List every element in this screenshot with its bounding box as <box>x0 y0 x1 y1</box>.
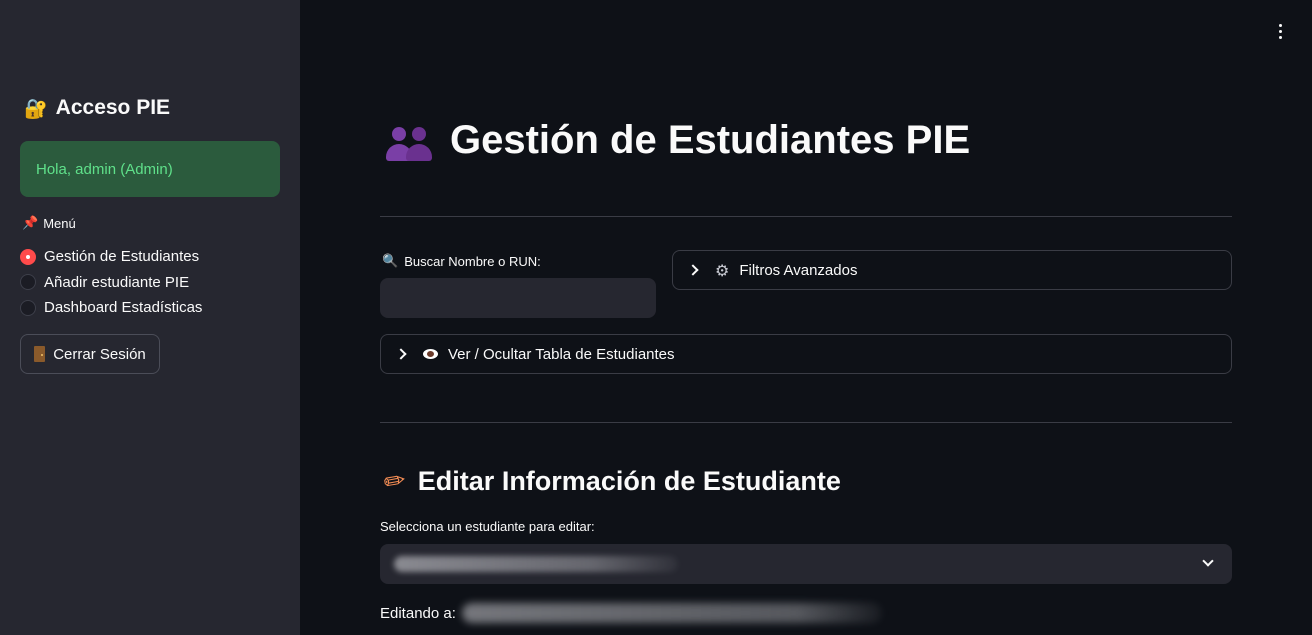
student-select-label: Selecciona un estudiante para editar: <box>380 519 595 534</box>
menu-item-anadir[interactable]: Añadir estudiante PIE <box>20 270 202 296</box>
sidebar-title-text: Acceso PIE <box>55 96 171 119</box>
page-title: Gestión de Estudiantes PIE <box>386 118 970 163</box>
divider <box>380 216 1232 217</box>
filters-expander[interactable]: ⚙ Filtros Avanzados <box>672 250 1232 290</box>
editing-status: Editando a: <box>380 603 882 623</box>
redacted-student-name <box>461 603 882 623</box>
gear-icon: ⚙ <box>715 260 730 280</box>
greeting-text: Hola, admin (Admin) <box>36 160 173 178</box>
greeting-alert: Hola, admin (Admin) <box>20 141 280 197</box>
pencil-icon: ✏ <box>381 464 409 499</box>
chevron-down-icon <box>1202 555 1214 567</box>
edit-section-title-text: Editar Información de Estudiante <box>417 466 841 496</box>
eye-icon <box>423 349 438 359</box>
menu-item-label: Añadir estudiante PIE <box>44 273 190 291</box>
radio-button[interactable] <box>20 248 36 265</box>
divider <box>380 422 1232 423</box>
table-expander[interactable]: Ver / Ocultar Tabla de Estudiantes <box>380 334 1232 374</box>
menu-radio-group: Gestión de Estudiantes Añadir estudiante… <box>20 244 202 321</box>
chevron-right-icon <box>687 264 699 276</box>
logout-label: Cerrar Sesión <box>53 345 146 363</box>
radio-button[interactable] <box>20 299 36 316</box>
more-options-icon[interactable] <box>1270 20 1290 42</box>
chevron-right-icon <box>395 348 407 360</box>
menu-item-label: Gestión de Estudiantes <box>44 248 200 266</box>
page-title-text: Gestión de Estudiantes PIE <box>450 118 971 162</box>
logout-button[interactable]: Cerrar Sesión <box>20 334 160 374</box>
door-icon <box>34 346 46 362</box>
sidebar-title: 🔐 Acceso PIE <box>24 96 170 120</box>
filters-expander-label: Filtros Avanzados <box>739 261 858 279</box>
search-label: 🔍 Buscar Nombre o RUN: <box>382 254 541 269</box>
radio-button[interactable] <box>20 274 36 291</box>
lock-key-icon: 🔐 <box>24 97 48 120</box>
redacted-selected-value <box>394 556 678 572</box>
menu-label: 📌 Menú <box>22 216 76 231</box>
edit-section-title: ✏ Editar Información de Estudiante <box>381 464 841 499</box>
search-input[interactable] <box>380 278 656 318</box>
sidebar: 🔐 Acceso PIE Hola, admin (Admin) 📌 Menú … <box>0 0 300 635</box>
table-expander-label: Ver / Ocultar Tabla de Estudiantes <box>448 345 675 363</box>
menu-label-text: Menú <box>43 216 76 231</box>
search-label-text: Buscar Nombre o RUN: <box>404 254 541 269</box>
people-icon <box>386 121 434 161</box>
editing-label: Editando a: <box>380 604 456 622</box>
menu-item-gestion[interactable]: Gestión de Estudiantes <box>20 244 202 270</box>
pushpin-icon: 📌 <box>22 216 39 231</box>
student-select[interactable] <box>380 544 1232 584</box>
magnifier-icon: 🔍 <box>382 254 399 269</box>
menu-item-dashboard[interactable]: Dashboard Estadísticas <box>20 295 202 321</box>
menu-item-label: Dashboard Estadísticas <box>44 299 203 317</box>
